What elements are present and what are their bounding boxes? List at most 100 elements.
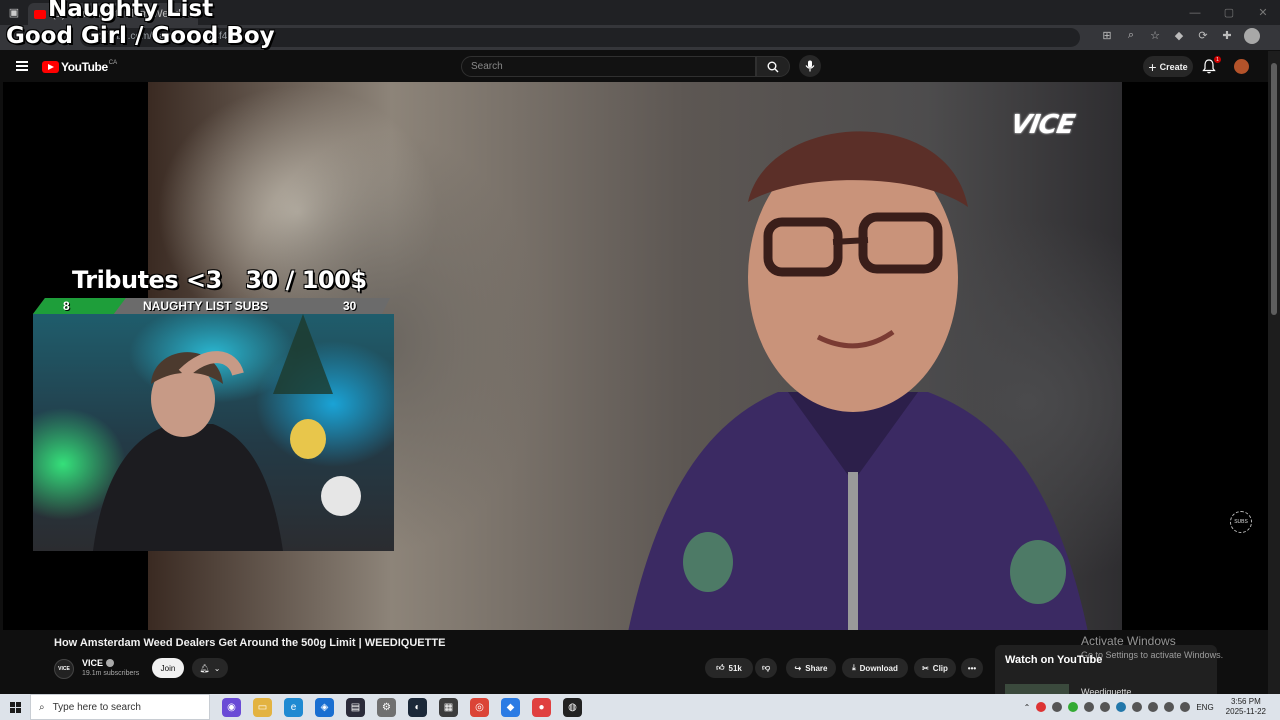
thumbs-up-icon: 👍︎ bbox=[716, 663, 725, 672]
like-button[interactable]: 👍︎ 51k bbox=[705, 658, 753, 678]
tributes-progress: 30 / 100$ bbox=[245, 266, 367, 294]
page-scrollbar[interactable] bbox=[1268, 51, 1280, 694]
taskbar-app-grid-icon[interactable]: ▦ bbox=[439, 697, 458, 717]
create-button[interactable]: + Create bbox=[1143, 56, 1193, 77]
tray-app-icon[interactable] bbox=[1068, 702, 1079, 712]
window-controls: — ▢ ✕ bbox=[1178, 0, 1280, 25]
taskbar-search-placeholder: Type here to search bbox=[52, 701, 141, 713]
taskbar-file-explorer-icon[interactable]: ▭ bbox=[253, 697, 272, 717]
microphone-icon bbox=[805, 60, 815, 72]
clock-date: 2025-11-22 bbox=[1225, 707, 1266, 716]
share-label: Share bbox=[805, 663, 828, 673]
taskbar-app-bluebird-icon[interactable]: ◆ bbox=[501, 697, 520, 717]
close-icon[interactable]: ✕ bbox=[1246, 0, 1280, 25]
tray-chevron-up-icon[interactable]: ⌃ bbox=[1024, 703, 1031, 712]
maximize-icon[interactable]: ▢ bbox=[1212, 0, 1246, 25]
tray-app-icon[interactable] bbox=[1100, 702, 1111, 712]
tray-app-icon[interactable] bbox=[1132, 702, 1143, 712]
download-label: Download bbox=[859, 663, 898, 673]
taskbar-chrome-icon[interactable]: ◎ bbox=[470, 697, 489, 717]
like-count: 51k bbox=[728, 663, 742, 673]
zoom-icon[interactable]: ⌕ bbox=[1124, 28, 1138, 42]
screen: ▣ (1) How Amsterdam Weed... + — ▢ ✕ yout… bbox=[0, 0, 1280, 720]
tray-app-icon[interactable] bbox=[1036, 702, 1047, 712]
windows-logo-icon bbox=[9, 701, 21, 713]
vice-watermark-logo: VICE bbox=[1008, 110, 1077, 140]
taskbar-edge-icon[interactable]: e bbox=[284, 697, 303, 717]
youtube-play-icon bbox=[42, 61, 59, 73]
taskbar-app-copilot-icon[interactable]: ◉ bbox=[222, 697, 241, 717]
bell-icon: 🔔︎ bbox=[199, 663, 210, 673]
tray-app-icon[interactable] bbox=[1052, 702, 1063, 712]
share-button[interactable]: ↪ Share bbox=[786, 658, 836, 678]
overlay-title-line1: Naughty List bbox=[48, 0, 214, 22]
taskbar-settings-icon[interactable]: ⚙ bbox=[377, 697, 396, 717]
clip-button[interactable]: ✂ Clip bbox=[914, 658, 956, 678]
tributes-overlay: Tributes <3 30 / 100$ bbox=[72, 266, 367, 294]
goal-label: NAUGHTY LIST SUBS bbox=[143, 299, 269, 313]
chevron-down-icon: ⌄ bbox=[213, 663, 221, 673]
sync-icon[interactable]: ⟳ bbox=[1196, 28, 1210, 42]
input-language[interactable]: ENG bbox=[1196, 703, 1213, 712]
streamer-webcam-image bbox=[93, 314, 361, 551]
taskbar-obs-icon[interactable]: ◍ bbox=[563, 697, 582, 717]
taskbar-clock[interactable]: 3:56 PM 2025-11-22 bbox=[1226, 697, 1266, 717]
puzzle-extensions-icon[interactable]: ✚ bbox=[1220, 28, 1234, 42]
region-code: CA bbox=[108, 60, 118, 66]
naughty-list-goal-bar: 8 NAUGHTY LIST SUBS 30 bbox=[33, 298, 390, 314]
stream-overlay-title: Naughty List Good Girl / Good Boy bbox=[6, 0, 275, 50]
share-icon: ↪ bbox=[794, 663, 802, 673]
tray-app-icon[interactable] bbox=[1084, 702, 1095, 712]
channel-avatar[interactable]: VICE bbox=[54, 659, 74, 679]
system-tray: ⌃ ENG 3:56 PM 2025-11-22 bbox=[1024, 694, 1266, 720]
youtube-logo[interactable]: YouTube CA bbox=[42, 60, 117, 74]
subscriber-count: 19.1m subscribers bbox=[82, 670, 140, 677]
thumbs-down-icon: 👎︎ bbox=[761, 663, 771, 672]
taskbar-search-box[interactable]: ⌕ Type here to search bbox=[30, 694, 210, 720]
scissors-icon: ✂ bbox=[922, 663, 929, 673]
download-icon: ⤓ bbox=[852, 663, 856, 672]
more-actions-button[interactable]: ••• bbox=[961, 658, 983, 678]
channel-action-row: VICE VICE 19.1m subscribers Join 🔔︎ ⌄ 👍︎… bbox=[54, 657, 994, 681]
voice-search-button[interactable] bbox=[799, 55, 821, 77]
account-avatar[interactable] bbox=[1234, 59, 1249, 74]
channel-name-text[interactable]: VICE bbox=[82, 658, 103, 668]
tray-app-icon[interactable] bbox=[1116, 702, 1127, 712]
tray-network-icon[interactable] bbox=[1164, 702, 1175, 712]
notifications-button[interactable]: 1 bbox=[1202, 56, 1221, 75]
subscription-bell-button[interactable]: 🔔︎ ⌄ bbox=[192, 658, 228, 678]
start-button[interactable] bbox=[0, 694, 30, 720]
download-button[interactable]: ⤓ Download bbox=[842, 658, 908, 678]
taskbar-app-red-icon[interactable]: ● bbox=[532, 697, 551, 717]
windows-activation-watermark: Activate Windows Go to Settings to activ… bbox=[1081, 634, 1223, 660]
extension-icon[interactable]: ◆ bbox=[1172, 28, 1186, 42]
activation-line2: Go to Settings to activate Windows. bbox=[1081, 650, 1224, 660]
search-button[interactable] bbox=[756, 56, 790, 77]
minimize-icon[interactable]: — bbox=[1178, 0, 1212, 25]
browser-profile-avatar[interactable] bbox=[1244, 28, 1260, 44]
windows-taskbar: ⌕ Type here to search ◉ ▭ e ◈ ▤ ⚙ ◐ ▦ ◎ … bbox=[0, 694, 1280, 720]
youtube-wordmark: YouTube bbox=[61, 60, 108, 74]
youtube-header: YouTube CA Search + Create 1 bbox=[0, 51, 1268, 82]
search-icon bbox=[767, 61, 779, 72]
browser-toolbar-icons: ⊞ ⌕ ☆ ◆ ⟳ ✚ bbox=[1100, 28, 1260, 44]
join-button[interactable]: Join bbox=[152, 658, 184, 678]
next-video-thumbnail[interactable] bbox=[1005, 684, 1069, 694]
taskbar-app-dark-icon[interactable]: ▤ bbox=[346, 697, 365, 717]
channel-name[interactable]: VICE bbox=[82, 658, 115, 668]
search-input[interactable]: Search bbox=[461, 56, 756, 77]
taskbar-steam-icon[interactable]: ◐ bbox=[408, 697, 427, 717]
scrollbar-thumb[interactable] bbox=[1271, 63, 1277, 315]
overlay-title-line2: Good Girl / Good Boy bbox=[6, 23, 275, 49]
menu-icon[interactable] bbox=[16, 61, 28, 71]
tributes-label: Tributes <3 bbox=[72, 266, 222, 294]
taskbar-app-blue-icon[interactable]: ◈ bbox=[315, 697, 334, 717]
tray-app-icon[interactable] bbox=[1148, 702, 1159, 712]
bookmark-star-icon[interactable]: ☆ bbox=[1148, 28, 1162, 42]
video-subject-image bbox=[628, 131, 1088, 630]
subscribe-watermark-icon[interactable]: SUBS bbox=[1230, 511, 1252, 533]
dislike-button[interactable]: 👎︎ bbox=[755, 658, 777, 678]
tray-volume-icon[interactable] bbox=[1180, 702, 1191, 712]
verified-icon bbox=[106, 659, 115, 667]
apps-icon[interactable]: ⊞ bbox=[1100, 28, 1114, 42]
